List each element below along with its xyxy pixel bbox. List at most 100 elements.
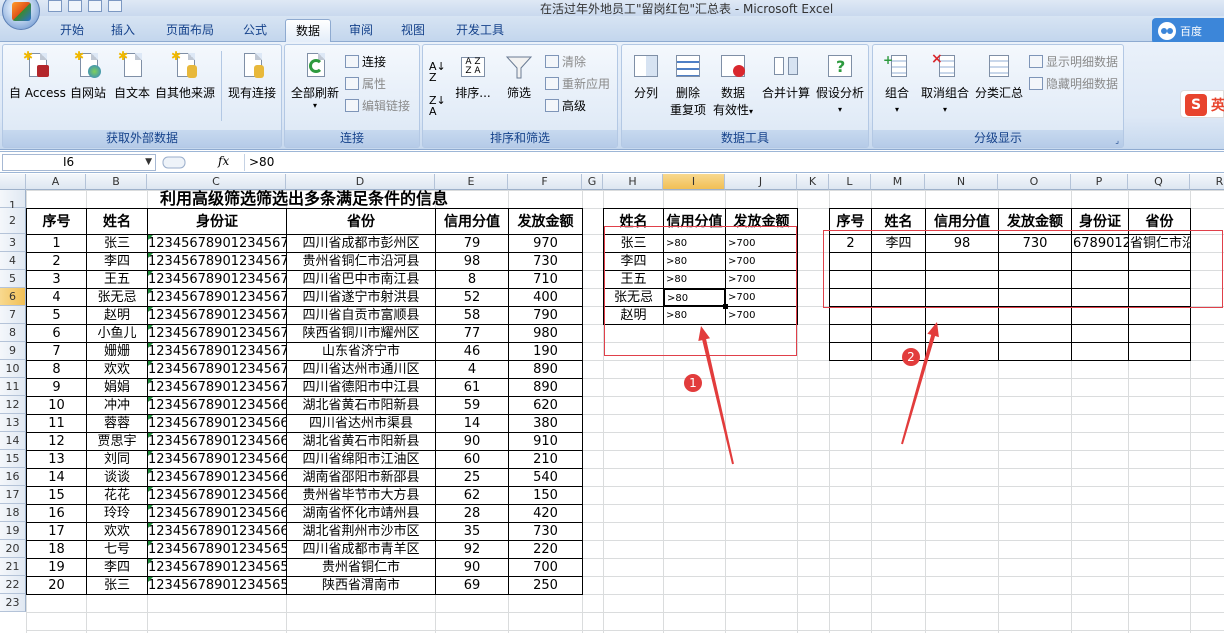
formula-input[interactable]: >80 (244, 154, 1224, 171)
group-icon: + (883, 51, 911, 81)
reapply-icon (545, 77, 559, 90)
chevron-down-icon: ▾ (749, 107, 754, 116)
sort-dialog-icon: A ZZ A (459, 51, 487, 81)
what-if-icon: ? (826, 51, 854, 81)
annotation-marker-1: 1 (684, 374, 702, 392)
tab-data[interactable]: 数据 (285, 19, 331, 42)
ungroup-button[interactable]: × 取消组合 ▾ (919, 51, 971, 115)
advanced-filter-button[interactable]: 高级 (545, 97, 586, 114)
what-if-analysis-button[interactable]: ? 假设分析 ▾ (814, 51, 866, 115)
chevron-down-icon: ▾ (942, 105, 947, 114)
tab-page-layout[interactable]: 页面布局 (154, 19, 226, 42)
chevron-down-icon: ▼ (145, 157, 152, 167)
access-icon: ✱ (23, 50, 51, 81)
window-title: 在活过年外地员工"留岗红包"汇总表 - Microsoft Excel (540, 2, 834, 16)
group-get-external-data: ✱ 自 Access ✱ 自网站 ✱ 自文本 ✱ 自其他来源 现有连接 获取外部… (2, 44, 282, 148)
redo-icon[interactable] (88, 0, 102, 12)
web-icon: ✱ (74, 50, 102, 81)
arrow-1-icon (698, 326, 734, 465)
sort-desc-button[interactable]: Z↓ A (429, 95, 446, 117)
sort-desc-icon: Z↓ A (429, 94, 446, 118)
name-box[interactable]: I6 ▼ (2, 154, 156, 171)
dialog-launcher-icon[interactable]: ⌟ (1115, 136, 1119, 145)
print-preview-icon[interactable] (108, 0, 122, 12)
group-label-sort-filter: 排序和筛选 (423, 130, 617, 147)
properties-button[interactable]: 属性 (345, 75, 386, 92)
ribbon-tabs: 开始 插入 页面布局 公式 数据 审阅 视图 开发工具 (0, 16, 1224, 42)
from-web-button[interactable]: ✱ 自网站 (67, 50, 109, 101)
remove-duplicates-button[interactable]: 删除 重复项 (668, 51, 708, 118)
insert-function-icon[interactable]: fx (218, 154, 229, 168)
group-label-connections: 连接 (285, 130, 419, 147)
group-sort-filter: A↓ Z Z↓ A A ZZ A 排序... 筛选 清除 重新应用 高级 排序和筛选 (422, 44, 618, 148)
filter-funnel-icon (505, 51, 533, 81)
ime-mode-label: 英 (1211, 98, 1224, 114)
sogou-icon: S (1185, 94, 1207, 116)
show-detail-icon (1029, 55, 1043, 68)
group-label-outline: 分级显示 (873, 130, 1123, 147)
show-detail-button[interactable]: 显示明细数据 (1029, 53, 1118, 70)
sort-asc-button[interactable]: A↓ Z (429, 61, 446, 83)
from-other-sources-button[interactable]: ✱ 自其他来源 (153, 50, 217, 101)
tab-review[interactable]: 审阅 (338, 19, 384, 42)
group-outline: + 组合 ▾ × 取消组合 ▾ 分类汇总 显示明细数据 隐藏明细数据 分级显示 ⌟ (872, 44, 1124, 148)
tab-home[interactable]: 开始 (48, 19, 96, 42)
data-validation-icon (719, 51, 747, 81)
quick-access-toolbar (48, 0, 128, 14)
sogou-ime-widget[interactable]: S 英 (1180, 90, 1224, 118)
formula-controls: fx (162, 154, 238, 171)
edit-links-button[interactable]: 编辑链接 (345, 97, 410, 114)
baidu-widget[interactable]: 百度 (1152, 18, 1224, 44)
ribbon: ✱ 自 Access ✱ 自网站 ✱ 自文本 ✱ 自其他来源 现有连接 获取外部… (0, 42, 1224, 150)
chevron-down-icon: ▾ (837, 105, 842, 114)
text-to-columns-button[interactable]: 分列 (626, 51, 666, 101)
undo-icon[interactable] (68, 0, 82, 12)
tab-developer[interactable]: 开发工具 (444, 19, 516, 42)
annotation-marker-2: 2 (902, 348, 920, 366)
hide-detail-button[interactable]: 隐藏明细数据 (1029, 75, 1118, 92)
sort-button[interactable]: A ZZ A 排序... (453, 51, 493, 101)
properties-icon (345, 77, 359, 90)
from-access-button[interactable]: ✱ 自 Access (9, 50, 66, 101)
zoom-slider-icon[interactable] (162, 154, 186, 171)
group-label-data-tools: 数据工具 (622, 130, 868, 147)
existing-connections-button[interactable]: 现有连接 (225, 51, 279, 101)
consolidate-icon (772, 51, 800, 81)
worksheet-grid: ABCDEFGHIJKLMNOPQR 1 2 3 4 5 6 7 8 9 10 11 12 13 14 15… (0, 174, 1224, 633)
group-button[interactable]: + 组合 ▾ (877, 51, 917, 115)
arrow-2-icon (901, 322, 939, 445)
group-label-get-external-data: 获取外部数据 (3, 130, 281, 147)
tab-view[interactable]: 视图 (390, 19, 436, 42)
ungroup-icon: × (931, 51, 959, 81)
baidu-label: 百度 (1180, 25, 1202, 38)
from-text-button[interactable]: ✱ 自文本 (111, 50, 153, 101)
chevron-down-icon: ▾ (894, 105, 899, 114)
connections-icon (345, 55, 359, 68)
formula-bar: I6 ▼ fx >80 (0, 151, 1224, 173)
clear-icon (545, 55, 559, 68)
data-validation-button[interactable]: 数据 有效性▾ (710, 51, 756, 118)
clear-filter-button[interactable]: 清除 (545, 53, 586, 70)
subtotal-button[interactable]: 分类汇总 (973, 51, 1025, 101)
group-connections: 全部刷新 ▾ 连接 属性 编辑链接 连接 (284, 44, 420, 148)
filter-button[interactable]: 筛选 (499, 51, 539, 101)
cloud-icon (1158, 22, 1176, 40)
connections-button[interactable]: 连接 (345, 53, 386, 70)
save-icon[interactable] (48, 0, 62, 12)
tab-formulas[interactable]: 公式 (232, 19, 278, 42)
title-bar: 在活过年外地员工"留岗红包"汇总表 - Microsoft Excel (0, 0, 1224, 30)
office-logo-icon (12, 2, 31, 21)
consolidate-button[interactable]: 合并计算 (760, 51, 812, 101)
reapply-button[interactable]: 重新应用 (545, 75, 610, 92)
sort-asc-icon: A↓ Z (429, 60, 446, 84)
other-sources-icon: ✱ (171, 50, 199, 81)
advanced-filter-icon (545, 99, 559, 112)
refresh-all-button[interactable]: 全部刷新 ▾ (289, 51, 341, 110)
hide-detail-icon (1029, 77, 1043, 90)
tab-insert[interactable]: 插入 (100, 19, 146, 42)
subtotal-icon (985, 51, 1013, 81)
group-data-tools: 分列 删除 重复项 数据 有效性▾ 合并计算 ? 假设分析 ▾ 数据工具 (621, 44, 869, 148)
chevron-down-icon: ▾ (312, 101, 317, 110)
text-to-columns-icon (632, 51, 660, 81)
remove-duplicates-icon (674, 51, 702, 81)
